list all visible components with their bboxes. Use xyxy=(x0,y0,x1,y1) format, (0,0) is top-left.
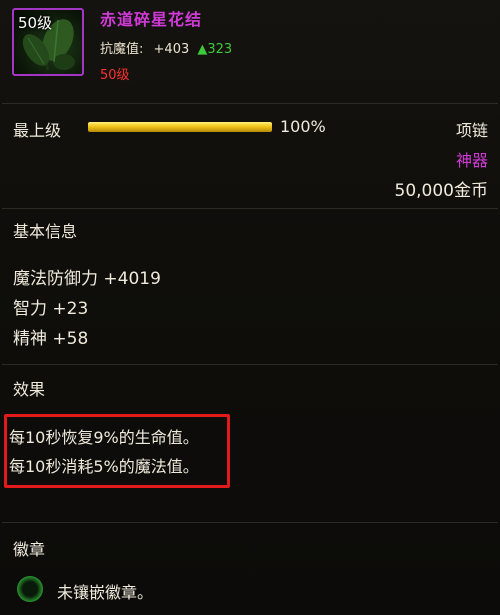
slot-type: 项链 xyxy=(455,121,488,140)
emblem-title: 徽章 xyxy=(13,540,46,559)
upgrade-progress-fill xyxy=(88,122,272,132)
resist-value: +403 xyxy=(153,42,190,57)
stat-intelligence: 智力 +23 xyxy=(13,299,89,319)
basic-info-title: 基本信息 xyxy=(13,222,78,241)
item-price: 50,000金币 xyxy=(394,181,488,201)
item-tooltip-panel: 50级 赤道碎星花结 抗魔值: +403 ▲323 50级 最上级 100% 项… xyxy=(0,0,500,615)
stat-spirit: 精神 +58 xyxy=(13,329,89,349)
effects-title: 效果 xyxy=(13,380,46,399)
upgrade-percent: 100% xyxy=(280,117,326,136)
resist-increase: ▲323 xyxy=(197,42,233,57)
resist-row: 抗魔值: +403 ▲323 xyxy=(100,38,232,57)
quality-grade: 神器 xyxy=(455,151,488,170)
effect-line-mana-drain: 每10秒消耗5%的魔法值。 xyxy=(9,457,199,476)
leaf-necklace-icon[interactable]: 50级 xyxy=(12,8,84,76)
required-level: 50级 xyxy=(100,68,130,83)
divider xyxy=(2,103,498,104)
item-level-badge: 50级 xyxy=(18,14,53,32)
upgrade-progress-bar xyxy=(88,122,272,132)
stat-magic-defense: 魔法防御力 +4019 xyxy=(13,269,161,289)
divider xyxy=(2,522,498,523)
divider xyxy=(2,364,498,365)
emblem-status: 未镶嵌徽章。 xyxy=(57,583,154,602)
effect-line-regen: 每10秒恢复9%的生命值。 xyxy=(9,428,199,447)
divider xyxy=(2,208,498,209)
upgrade-label: 最上级 xyxy=(13,121,62,140)
empty-socket-icon[interactable] xyxy=(17,576,43,602)
resist-label: 抗魔值: xyxy=(100,42,144,57)
item-name: 赤道碎星花结 xyxy=(100,10,203,29)
